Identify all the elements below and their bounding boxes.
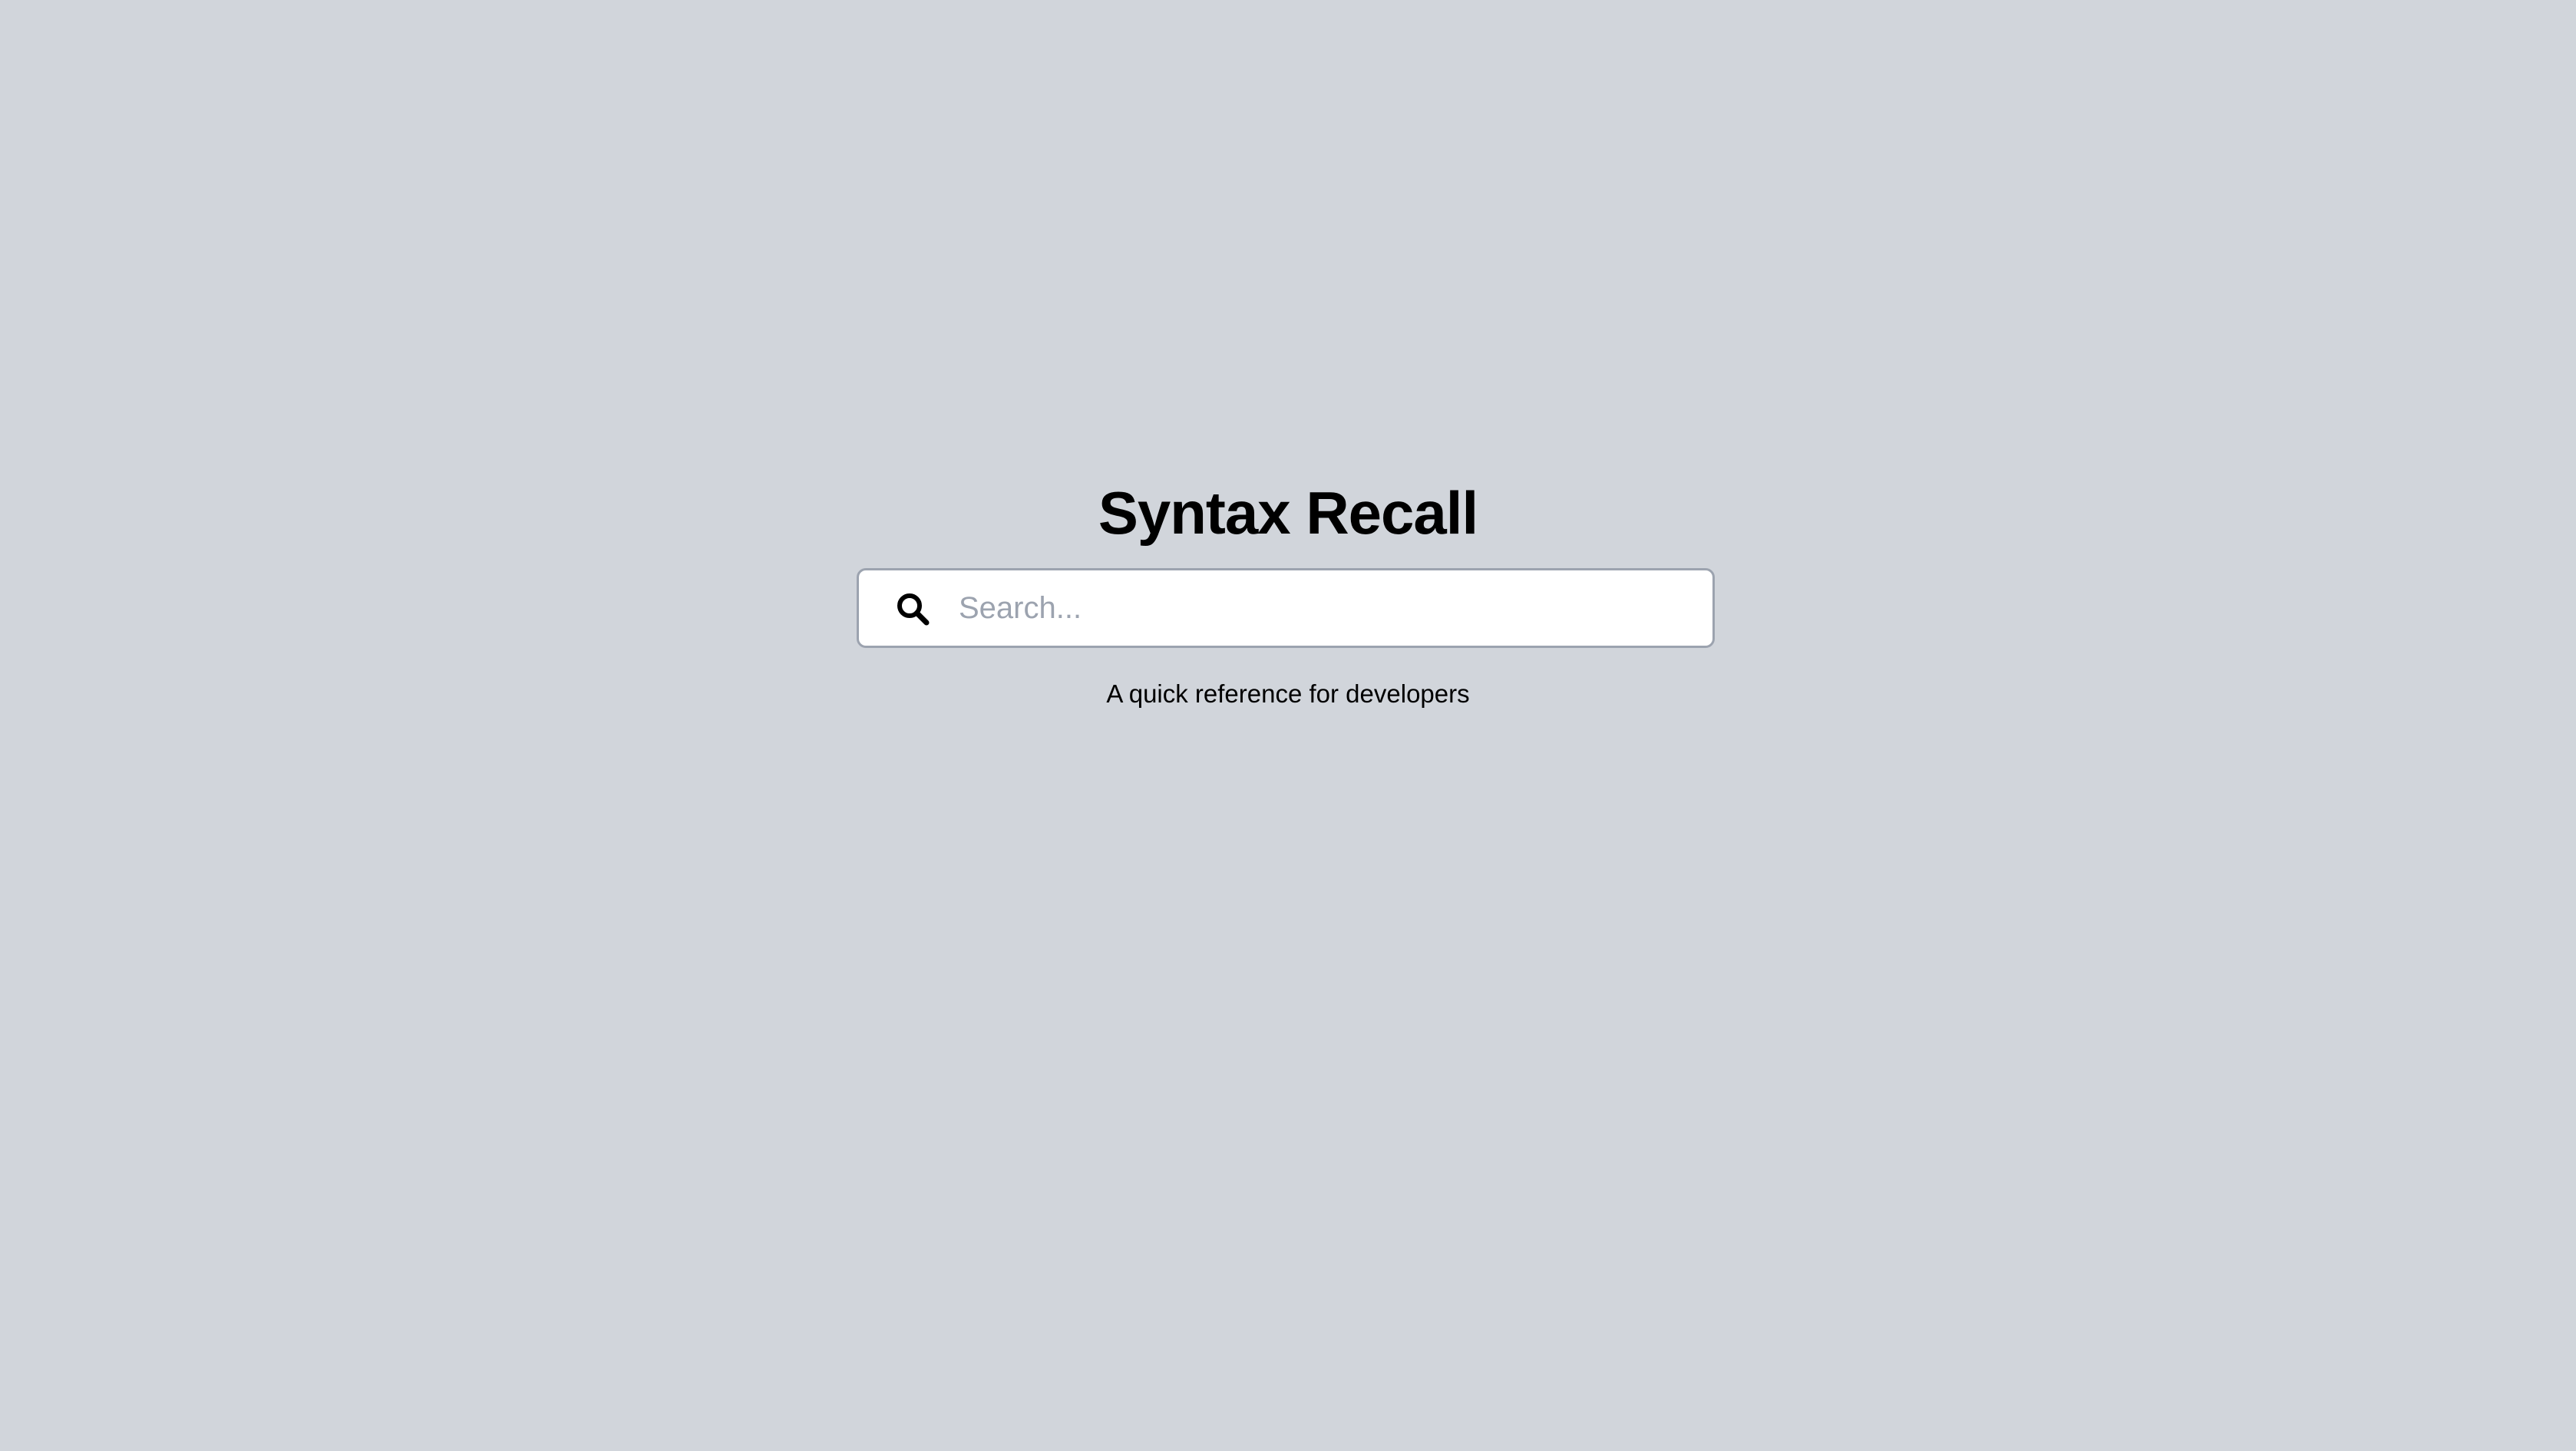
hero: Syntax Recall A quick reference for deve… (0, 0, 2576, 1451)
search-icon (894, 590, 931, 627)
search-box[interactable] (857, 568, 1715, 648)
page-title: Syntax Recall (1098, 479, 1478, 547)
page: Syntax Recall A quick reference for deve… (0, 0, 2576, 1451)
tagline: A quick reference for developers (1106, 679, 1470, 708)
search-input[interactable] (959, 570, 1696, 646)
